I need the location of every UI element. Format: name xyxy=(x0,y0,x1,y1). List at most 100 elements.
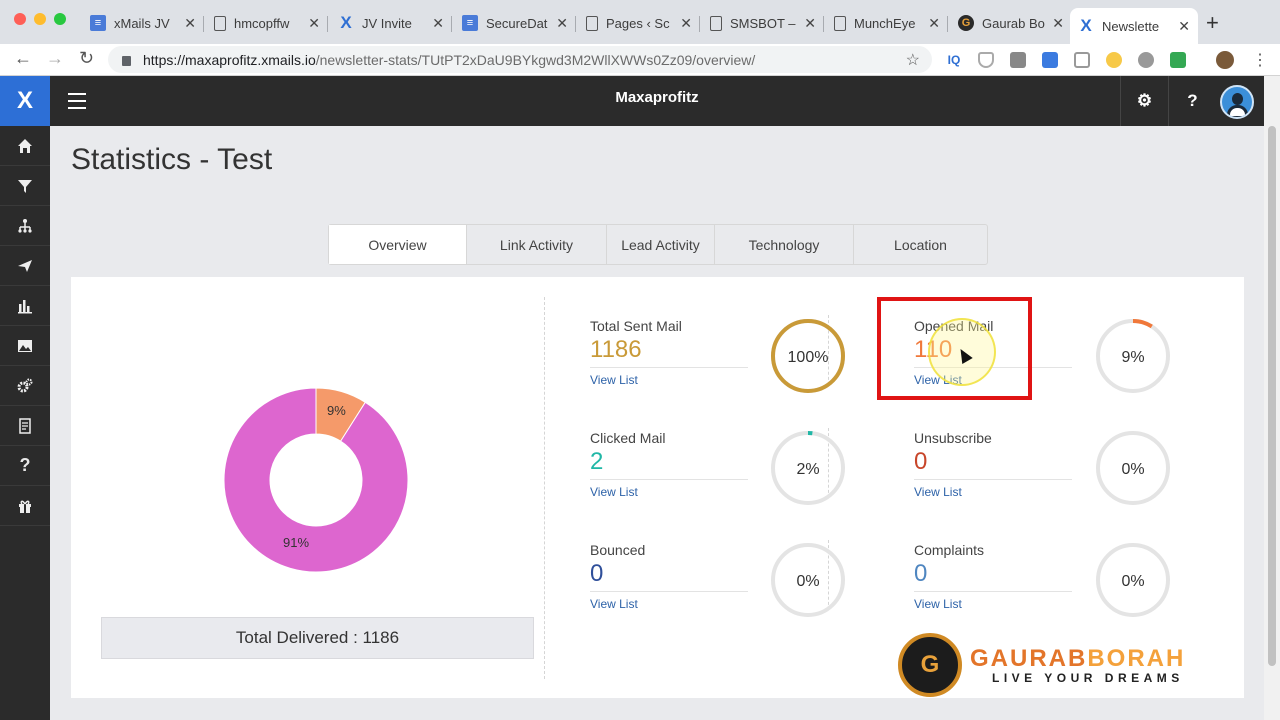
back-arrow-icon[interactable]: ← xyxy=(14,48,32,69)
gears-icon[interactable] xyxy=(0,366,50,406)
browser-tab[interactable]: X JV Invite ✕ xyxy=(330,8,452,38)
view-list-link[interactable]: View List xyxy=(590,597,748,611)
browser-tab[interactable]: Pages ‹ Sc ✕ xyxy=(578,8,700,38)
page-scrollbar[interactable] xyxy=(1264,76,1280,720)
brand-tagline: LIVE YOUR DREAMS xyxy=(992,671,1184,685)
stat-bounced: Bounced 0 View List xyxy=(590,542,748,611)
tab-overview[interactable]: Overview xyxy=(329,225,467,264)
tab-link-activity[interactable]: Link Activity xyxy=(467,225,607,264)
donut-label-not-opened: 91% xyxy=(283,535,310,550)
user-avatar[interactable] xyxy=(1220,85,1254,119)
sidebar: X ? xyxy=(0,76,50,720)
browser-tab-title: MunchEye xyxy=(854,15,916,31)
browser-tab[interactable]: G Gaurab Bo ✕ xyxy=(950,8,1072,38)
close-icon[interactable]: ✕ xyxy=(432,15,444,32)
stat-label: Bounced xyxy=(590,542,646,558)
stats-tabs: Overview Link Activity Lead Activity Tec… xyxy=(328,224,988,265)
stat-value: 0 xyxy=(590,560,604,587)
settings-button[interactable]: ⚙ xyxy=(1120,76,1168,126)
help-button[interactable]: ? xyxy=(1168,76,1216,126)
donut-label-opened: 9% xyxy=(327,403,346,418)
browser-tab[interactable]: ≡ xMails JV ✕ xyxy=(82,8,204,38)
app-header: Maxaprofitz ⚙ ? xyxy=(50,76,1264,126)
view-list-link[interactable]: View List xyxy=(590,485,748,499)
close-icon[interactable]: ✕ xyxy=(804,15,816,32)
browser-tab-title: hmcopffw xyxy=(234,15,290,31)
doc-icon: ≡ xyxy=(462,15,478,31)
stat-label: Clicked Mail xyxy=(590,430,666,446)
browser-toolbar: ← → ↻ https://maxaprofitz.xmails.io/news… xyxy=(0,44,1280,76)
donut-slice-not-opened xyxy=(223,387,409,573)
page-icon xyxy=(834,15,846,31)
xmails-logo-icon[interactable]: X xyxy=(0,76,50,126)
image-icon[interactable] xyxy=(0,326,50,366)
browser-tab-title: Newslette xyxy=(1102,18,1160,34)
browser-tab-title: xMails JV xyxy=(114,15,170,31)
browser-tab-title: JV Invite xyxy=(362,15,412,31)
tab-technology[interactable]: Technology xyxy=(715,225,854,264)
gift-icon[interactable] xyxy=(0,486,50,526)
close-icon[interactable]: ✕ xyxy=(1052,15,1064,32)
url-host: https://maxaprofitz.xmails.io xyxy=(143,51,316,68)
funnel-icon[interactable] xyxy=(0,166,50,206)
browser-tab-active[interactable]: X Newslette ✕ xyxy=(1070,8,1198,44)
ring-percent: 0% xyxy=(1121,573,1145,590)
close-icon[interactable]: ✕ xyxy=(680,15,692,32)
tree-icon[interactable] xyxy=(0,206,50,246)
ring-percent: 0% xyxy=(1121,461,1145,478)
emoji-extension-icon[interactable] xyxy=(1106,52,1122,68)
tab-lead-activity[interactable]: Lead Activity xyxy=(607,225,715,264)
bar-chart-icon[interactable] xyxy=(0,286,50,326)
stat-label: Unsubscribe xyxy=(914,430,992,446)
close-icon[interactable]: ✕ xyxy=(928,15,940,32)
close-window-button[interactable] xyxy=(14,13,26,25)
reload-icon[interactable]: ↻ xyxy=(79,48,94,69)
paper-plane-icon[interactable] xyxy=(0,246,50,286)
hand-extension-icon[interactable] xyxy=(1138,52,1154,68)
chart-extension-icon[interactable] xyxy=(1170,52,1186,68)
close-icon[interactable]: ✕ xyxy=(184,15,196,32)
tab-location[interactable]: Location xyxy=(854,225,987,264)
minimize-window-button[interactable] xyxy=(34,13,46,25)
home-icon[interactable] xyxy=(0,126,50,166)
document-icon[interactable] xyxy=(0,406,50,446)
total-delivered-box: Total Delivered : 1186 xyxy=(101,617,534,659)
profile-avatar[interactable] xyxy=(1216,51,1234,69)
shield-extension-icon[interactable] xyxy=(978,52,994,68)
browser-tab[interactable]: ≡ SecureDat ✕ xyxy=(454,8,576,38)
menu-dots-icon[interactable]: ⋮ xyxy=(1252,50,1268,70)
ring-percent: 0% xyxy=(796,573,820,590)
browser-tab[interactable]: SMSBOT – ✕ xyxy=(702,8,824,38)
address-bar[interactable]: https://maxaprofitz.xmails.io/newsletter… xyxy=(108,46,932,73)
grey-extension-icon[interactable] xyxy=(1074,52,1090,68)
iq-extension-icon[interactable]: IQ xyxy=(946,52,962,68)
camera-extension-icon[interactable] xyxy=(1010,52,1026,68)
browser-tab[interactable]: hmcopffw ✕ xyxy=(206,8,328,38)
stat-label: Complaints xyxy=(914,542,985,558)
view-list-link[interactable]: View List xyxy=(590,373,748,387)
question-icon[interactable]: ? xyxy=(0,446,50,486)
close-icon[interactable]: ✕ xyxy=(1178,18,1190,35)
gear-icon: ⚙ xyxy=(1136,91,1153,110)
blue-extension-icon[interactable] xyxy=(1042,52,1058,68)
gb-logo-icon: G xyxy=(898,633,962,697)
x-logo-icon: X xyxy=(340,13,352,32)
stat-total-sent: Total Sent Mail 1186 View List xyxy=(590,318,748,387)
page-title: Statistics - Test xyxy=(71,143,273,176)
bookmark-star-icon[interactable]: ☆ xyxy=(906,50,920,70)
view-list-link[interactable]: View List xyxy=(914,597,1072,611)
close-icon[interactable]: ✕ xyxy=(308,15,320,32)
stat-unsubscribe: Unsubscribe 0 View List xyxy=(914,430,1072,499)
browser-tab-title: Pages ‹ Sc xyxy=(606,15,670,31)
page-icon xyxy=(710,15,722,31)
maximize-window-button[interactable] xyxy=(54,13,66,25)
view-list-link[interactable]: View List xyxy=(914,485,1072,499)
page-icon xyxy=(586,15,598,31)
browser-tab-title: SecureDat xyxy=(486,15,548,31)
new-tab-button[interactable]: + xyxy=(1206,10,1219,36)
g-logo-icon: G xyxy=(958,15,974,31)
close-icon[interactable]: ✕ xyxy=(556,15,568,32)
forward-arrow-icon[interactable]: → xyxy=(46,48,64,69)
browser-tab[interactable]: MunchEye ✕ xyxy=(826,8,948,38)
stat-label: Total Sent Mail xyxy=(590,318,682,334)
